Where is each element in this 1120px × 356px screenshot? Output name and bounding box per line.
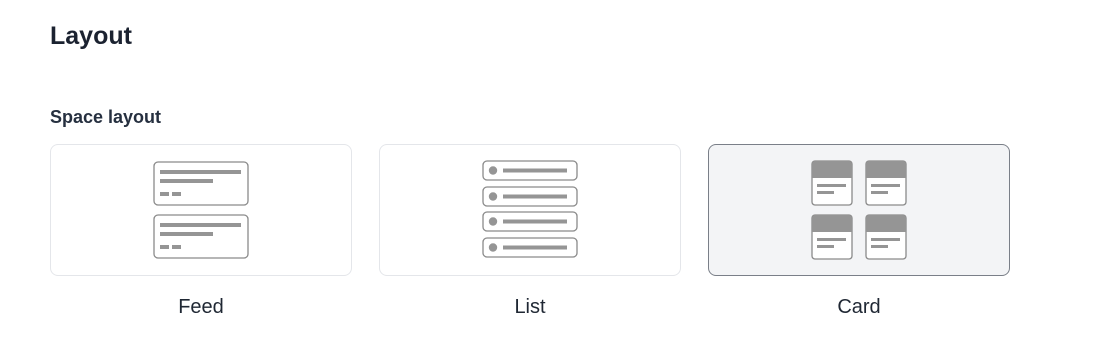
feed-option-card[interactable] — [50, 144, 352, 276]
list-layout-icon — [482, 160, 578, 258]
list-option-label: List — [514, 296, 546, 318]
card-option-label: Card — [837, 296, 881, 318]
card-option-card[interactable] — [708, 144, 1010, 276]
layout-option-card[interactable]: Card — [708, 144, 1010, 319]
feed-option-label: Feed — [178, 296, 224, 318]
layout-option-feed[interactable]: Feed — [50, 144, 352, 319]
feed-layout-icon — [153, 161, 249, 259]
section-title: Layout — [50, 22, 132, 50]
card-layout-icon — [811, 160, 907, 260]
layout-option-list[interactable]: List — [379, 144, 681, 319]
list-option-card[interactable] — [379, 144, 681, 276]
space-layout-label: Space layout — [50, 107, 162, 127]
